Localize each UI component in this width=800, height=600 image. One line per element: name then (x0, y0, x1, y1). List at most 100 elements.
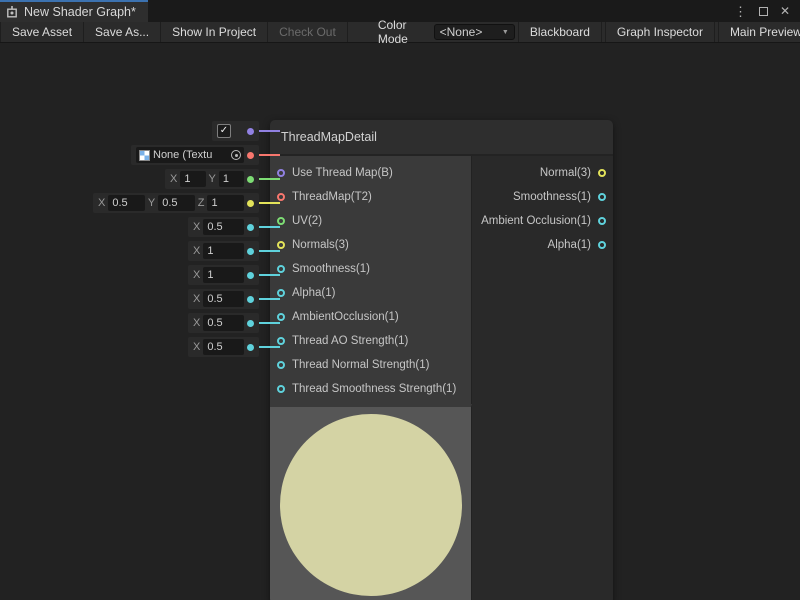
kebab-menu-icon[interactable]: ⋮ (734, 5, 747, 18)
node-preview-section (270, 404, 613, 600)
color-mode-dropdown[interactable]: <None> ▼ (434, 24, 515, 40)
input-port-row: Thread Smoothness Strength(1) (270, 377, 471, 401)
ambientocclusion-x-field[interactable] (203, 267, 244, 283)
graph-canvas[interactable]: ThreadMapDetail Use Thread Map(B) Thread… (0, 43, 800, 600)
port-stub-dot (247, 344, 254, 351)
thread-ao-strength-x-field[interactable] (203, 291, 244, 307)
input-widget-row: X (188, 337, 280, 357)
axis-label-x: X (193, 317, 200, 329)
toolbar-right-group: Blackboard Graph Inspector Main Preview (515, 22, 800, 42)
close-icon[interactable]: ✕ (780, 5, 790, 17)
node-input-column: Use Thread Map(B) ThreadMap(T2) UV(2) No… (270, 156, 472, 404)
port-stub-line (259, 226, 280, 228)
input-port-thread-normal-strength[interactable] (277, 361, 285, 369)
save-asset-button[interactable]: Save Asset (0, 22, 84, 42)
axis-label-x: X (193, 269, 200, 281)
port-stub-dot (247, 224, 254, 231)
input-port-label: Alpha(1) (292, 287, 335, 299)
axis-label-x: X (193, 245, 200, 257)
thread-normal-strength-x-field[interactable] (203, 315, 244, 331)
smoothness-x-field[interactable] (203, 219, 244, 235)
uv-x-field[interactable] (180, 171, 205, 187)
input-port-row: Thread AO Strength(1) (270, 329, 471, 353)
node-output-column: Normal(3) Smoothness(1) Ambient Occlusio… (472, 156, 613, 404)
output-port-alpha[interactable] (598, 241, 606, 249)
save-as-button[interactable]: Save As... (84, 22, 161, 42)
object-picker-icon[interactable] (231, 150, 241, 160)
port-stub-line (259, 274, 280, 276)
threadmap-object-field[interactable]: None (Textu (136, 147, 244, 163)
normals-y-field[interactable] (158, 195, 195, 211)
axis-label-z: Z (198, 197, 205, 209)
axis-label-x: X (193, 293, 200, 305)
node-preview (270, 404, 472, 600)
node-threadmapdetail[interactable]: ThreadMapDetail Use Thread Map(B) Thread… (270, 120, 613, 600)
output-port-ambient-occlusion[interactable] (598, 217, 606, 225)
port-stub-line (259, 322, 280, 324)
input-port-label: Thread AO Strength(1) (292, 335, 408, 347)
normals-z-field[interactable] (207, 195, 244, 211)
input-port-row: UV(2) (270, 209, 471, 233)
input-port-row: Use Thread Map(B) (270, 161, 471, 185)
port-stub-line (259, 178, 280, 180)
port-stub-dot (247, 296, 254, 303)
input-widget-row: X (188, 313, 280, 333)
output-port-row: Alpha(1) (472, 233, 613, 257)
output-port-row: Smoothness(1) (472, 185, 613, 209)
output-port-label: Ambient Occlusion(1) (481, 215, 591, 227)
normals-x-field[interactable] (108, 195, 145, 211)
toolbar: Save Asset Save As... Show In Project Ch… (0, 22, 800, 43)
output-port-row: Ambient Occlusion(1) (472, 209, 613, 233)
threadmap-object-value: None (Textu (153, 149, 212, 161)
output-port-label: Normal(3) (540, 167, 591, 179)
input-widget-row: X (188, 289, 280, 309)
axis-label-x: X (193, 221, 200, 233)
thread-smoothness-strength-x-field[interactable] (203, 339, 244, 355)
input-port-thread-smoothness-strength[interactable] (277, 385, 285, 393)
input-port-row: ThreadMap(T2) (270, 185, 471, 209)
output-port-label: Alpha(1) (548, 239, 591, 251)
port-stub-dot (247, 152, 254, 159)
input-port-label: Thread Normal Strength(1) (292, 359, 429, 371)
input-port-label: Use Thread Map(B) (292, 167, 393, 179)
alpha-x-field[interactable] (203, 243, 244, 259)
chevron-down-icon: ▼ (502, 29, 509, 36)
input-port-label: Normals(3) (292, 239, 349, 251)
input-port-row: Smoothness(1) (270, 257, 471, 281)
input-port-row: Alpha(1) (270, 281, 471, 305)
color-mode-value: <None> (440, 25, 483, 39)
shader-graph-window: New Shader Graph* ⋮ ✕ Save Asset Save As… (0, 0, 800, 600)
input-port-row: Thread Normal Strength(1) (270, 353, 471, 377)
input-widget-row: None (Textu (131, 145, 280, 165)
input-port-row: AmbientOcclusion(1) (270, 305, 471, 329)
axis-label-y: Y (209, 173, 216, 185)
port-stub-dot (247, 200, 254, 207)
output-port-smoothness[interactable] (598, 193, 606, 201)
main-preview-toggle-button[interactable]: Main Preview (718, 22, 800, 42)
graph-inspector-toggle-button[interactable]: Graph Inspector (605, 22, 715, 42)
port-stub-dot (247, 272, 254, 279)
node-title: ThreadMapDetail (281, 130, 377, 144)
output-port-row: Normal(3) (472, 161, 613, 185)
show-in-project-button[interactable]: Show In Project (161, 22, 268, 42)
axis-label-x: X (98, 197, 105, 209)
input-port-label: Thread Smoothness Strength(1) (292, 383, 456, 395)
axis-label-x: X (170, 173, 177, 185)
output-port-normal[interactable] (598, 169, 606, 177)
port-stub-line (259, 130, 280, 132)
input-port-label: ThreadMap(T2) (292, 191, 372, 203)
input-port-label: UV(2) (292, 215, 322, 227)
input-widget-row: X Y (165, 169, 280, 189)
color-mode-group: Color Mode <None> ▼ (378, 22, 515, 42)
maximize-icon[interactable] (759, 7, 768, 16)
node-header[interactable]: ThreadMapDetail (270, 120, 613, 156)
input-widget-row: X (188, 265, 280, 285)
port-stub-line (259, 154, 280, 156)
uv-y-field[interactable] (219, 171, 244, 187)
input-widget-row: X (188, 241, 280, 261)
use-thread-map-checkbox[interactable]: ✓ (217, 124, 231, 138)
port-stub-line (259, 250, 280, 252)
port-stub-line (259, 346, 280, 348)
tab-new-shader-graph[interactable]: New Shader Graph* (0, 0, 148, 22)
blackboard-toggle-button[interactable]: Blackboard (518, 22, 602, 42)
